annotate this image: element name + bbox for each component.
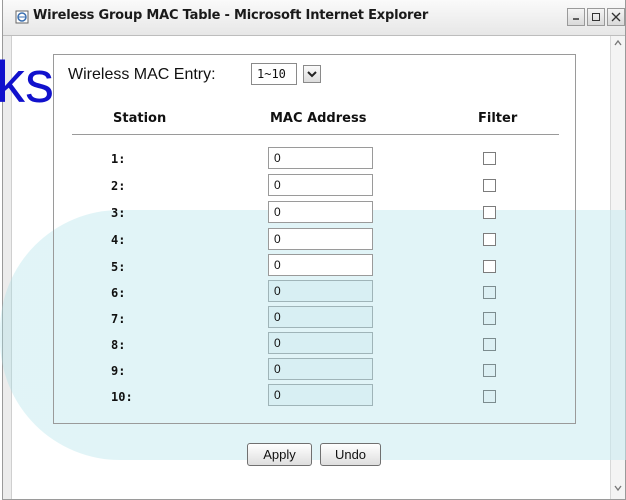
station-label: 10: (111, 390, 133, 404)
station-label: 7: (111, 312, 126, 326)
filter-checkbox[interactable] (483, 152, 496, 165)
station-label: 2: (111, 179, 126, 193)
scroll-up-icon[interactable] (611, 36, 625, 50)
station-label: 1: (111, 152, 126, 166)
mac-address-input[interactable]: 0 (268, 228, 373, 250)
window-controls (567, 8, 625, 26)
mac-address-input[interactable]: 0 (268, 174, 373, 196)
ie-page-icon (15, 10, 29, 24)
mac-address-input[interactable]: 0 (268, 147, 373, 169)
mac-address-input[interactable]: 0 (268, 280, 373, 302)
apply-button[interactable]: Apply (247, 443, 312, 466)
header-filter: Filter (478, 111, 518, 126)
mac-address-input[interactable]: 0 (268, 384, 373, 406)
header-mac-address: MAC Address (270, 111, 367, 126)
station-label: 5: (111, 260, 126, 274)
station-label: 9: (111, 364, 126, 378)
station-label: 6: (111, 286, 126, 300)
entry-select[interactable]: 1~10 (251, 63, 321, 85)
minimize-icon[interactable] (567, 8, 585, 26)
entry-select-value[interactable]: 1~10 (251, 63, 297, 85)
filter-checkbox[interactable] (483, 364, 496, 377)
mac-address-input[interactable]: 0 (268, 201, 373, 223)
undo-button[interactable]: Undo (320, 443, 381, 466)
mac-address-input[interactable]: 0 (268, 306, 373, 328)
filter-checkbox[interactable] (483, 312, 496, 325)
mac-address-input[interactable]: 0 (268, 358, 373, 380)
mac-address-input[interactable]: 0 (268, 332, 373, 354)
station-label: 3: (111, 206, 126, 220)
filter-checkbox[interactable] (483, 233, 496, 246)
maximize-icon[interactable] (587, 8, 605, 26)
filter-checkbox[interactable] (483, 206, 496, 219)
header-divider (72, 134, 559, 135)
mac-address-input[interactable]: 0 (268, 254, 373, 276)
title-bar: Wireless Group MAC Table - Microsoft Int… (3, 0, 625, 36)
header-station: Station (113, 111, 167, 126)
filter-checkbox[interactable] (483, 179, 496, 192)
station-label: 4: (111, 233, 126, 247)
watermark-text: ks (0, 50, 54, 115)
filter-checkbox[interactable] (483, 390, 496, 403)
entry-label: Wireless MAC Entry: (68, 66, 216, 83)
filter-checkbox[interactable] (483, 338, 496, 351)
filter-checkbox[interactable] (483, 260, 496, 273)
scroll-down-icon[interactable] (611, 481, 625, 495)
filter-checkbox[interactable] (483, 286, 496, 299)
chevron-down-icon[interactable] (303, 65, 321, 83)
window-title: Wireless Group MAC Table - Microsoft Int… (33, 8, 429, 23)
station-label: 8: (111, 338, 126, 352)
close-icon[interactable] (607, 8, 625, 26)
